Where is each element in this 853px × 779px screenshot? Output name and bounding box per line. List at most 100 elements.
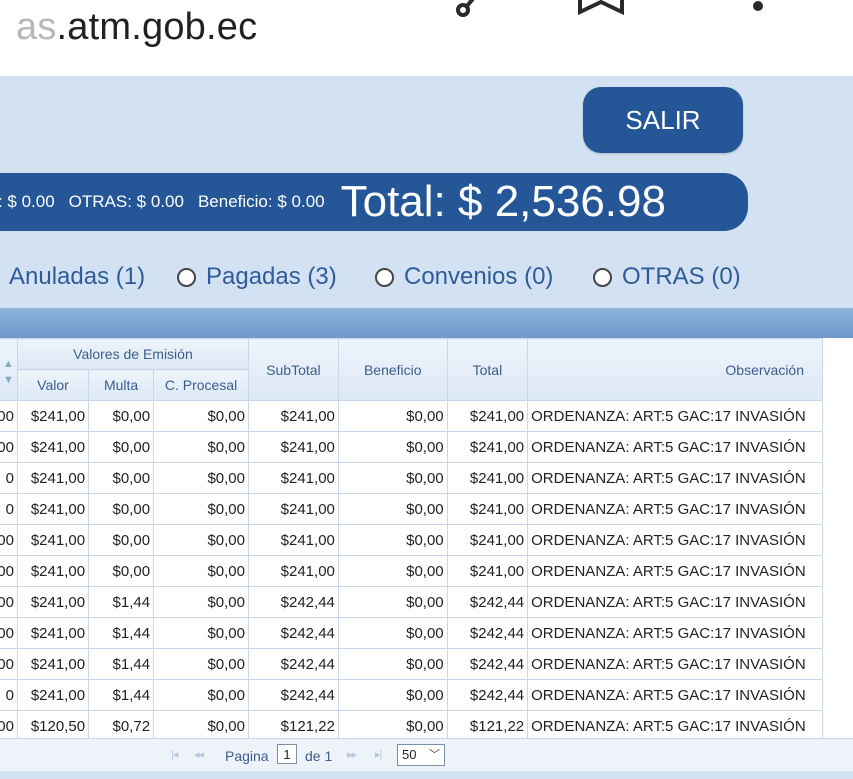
url-text[interactable]: as.atm.gob.ec: [16, 6, 257, 49]
cell-observacion: ORDENANZA: ART:5 GAC:17 INVASIÓN: [527, 462, 823, 494]
filter-convenios[interactable]: Convenios (0): [375, 260, 553, 294]
cell-total: $241,00: [446, 462, 529, 494]
more-menu-icon[interactable]: [748, 0, 768, 12]
cell-multa: $1,44: [88, 648, 155, 680]
cell-subtotal: $241,00: [247, 493, 339, 525]
cell-row-id: 00: [0, 586, 18, 618]
page-number-input[interactable]: 1: [277, 744, 297, 764]
cell-total: $242,44: [446, 586, 529, 618]
cell-observacion: ORDENANZA: ART:5 GAC:17 INVASIÓN: [527, 710, 823, 742]
table-row[interactable]: 0 $241,00 $0,00 $0,00 $241,00 $0,00 $241,00 ORD…: [0, 462, 823, 494]
table-row[interactable]: 00$241,00$0,00$0,00$241,00$0,00$241,00OR…: [0, 555, 823, 587]
cell-cprocesal: $0,00: [153, 555, 249, 587]
table-row[interactable]: 00$241,00$0,00$0,00$241,00$0,00$241,00OR…: [0, 400, 823, 432]
cell-multa: $0,00: [88, 524, 155, 556]
bookmark-icon[interactable]: [576, 0, 626, 16]
cell-observacion: ORDENANZA: ART:5 GAC:17 INVASIÓN: [527, 648, 823, 680]
cell-multa: $0,00: [88, 400, 155, 432]
table-body: 00$241,00$0,00$0,00$241,00$0,00$241,00OR…: [0, 400, 823, 742]
cell-cprocesal: $0,00: [153, 710, 249, 742]
cell-row-id: 00: [0, 555, 18, 587]
table-row[interactable]: 00$241,00$1,44$0,00$242,44$0,00$242,44OR…: [0, 648, 823, 680]
header-observacion[interactable]: Observación: [527, 338, 823, 401]
cell-observacion: ORDENANZA: ART:5 GAC:17 INVASIÓN: [527, 617, 823, 649]
table-row[interactable]: 00$120,50$0,72$0,00$121,22$0,00$121,22OR…: [0, 710, 823, 742]
cell-valor: $241,00: [16, 586, 90, 618]
filter-pagadas[interactable]: Pagadas (3): [177, 260, 337, 294]
browser-url-bar: as.atm.gob.ec: [0, 0, 853, 76]
filter-label: Anuladas (1): [9, 263, 146, 290]
group-header: Valores de Emisión: [16, 338, 249, 370]
radio-button[interactable]: [593, 267, 612, 287]
cell-cprocesal: $0,00: [153, 586, 249, 618]
page-size-select[interactable]: 50 ﹀: [397, 744, 445, 766]
header-cprocesal[interactable]: C. Procesal: [153, 369, 249, 401]
radio-button[interactable]: [375, 267, 394, 287]
cell-multa: $0,00: [88, 431, 155, 463]
last-page-icon[interactable]: ▸|: [375, 748, 382, 761]
exit-button[interactable]: SALIR: [583, 87, 743, 153]
cell-beneficio: $0,00: [337, 617, 448, 649]
cell-beneficio: $0,00: [337, 648, 448, 680]
cell-row-id: 0: [0, 679, 18, 711]
cell-observacion: ORDENANZA: ART:5 GAC:17 INVASIÓN: [527, 679, 823, 711]
header-valor[interactable]: Valor: [16, 369, 90, 401]
share-icon[interactable]: [445, 0, 481, 18]
header-multa[interactable]: Multa: [88, 369, 155, 401]
cell-cprocesal: $0,00: [153, 400, 249, 432]
cell-observacion: ORDENANZA: ART:5 GAC:17 INVASIÓN: [527, 400, 823, 432]
cell-valor: $241,00: [16, 524, 90, 556]
cell-valor: $241,00: [16, 648, 90, 680]
cell-cprocesal: $0,00: [153, 524, 249, 556]
cell-valor: $241,00: [16, 462, 90, 494]
cell-valor: $241,00: [16, 679, 90, 711]
cell-observacion: ORDENANZA: ART:5 GAC:17 INVASIÓN: [527, 555, 823, 587]
cell-cprocesal: $0,00: [153, 648, 249, 680]
next-page-icon[interactable]: ▸▸: [347, 748, 357, 761]
status-filters: Anuladas (1) Pagadas (3) Convenios (0) O…: [0, 260, 853, 300]
header-total[interactable]: Total: [446, 338, 529, 401]
cell-observacion: ORDENANZA: ART:5 GAC:17 INVASIÓN: [527, 493, 823, 525]
cell-subtotal: $241,00: [247, 462, 339, 494]
cell-cprocesal: $0,00: [153, 462, 249, 494]
first-page-icon[interactable]: |◂: [171, 748, 178, 761]
cell-row-id: 00: [0, 617, 18, 649]
filter-label: Convenios (0): [404, 263, 554, 290]
table-row[interactable]: 00$241,00$1,44$0,00$242,44$0,00$242,44OR…: [0, 617, 823, 649]
filter-otras[interactable]: OTRAS (0): [593, 260, 741, 294]
sort-icon[interactable]: ▲ ▼: [3, 358, 14, 386]
data-grid: ▲ ▼ Valores de Emisión SubTotal Beneficio…: [0, 338, 853, 742]
table-row[interactable]: 00$241,00$0,00$0,00$241,00$0,00$241,00OR…: [0, 524, 823, 556]
cell-beneficio: $0,00: [337, 400, 448, 432]
cell-observacion: ORDENANZA: ART:5 GAC:17 INVASIÓN: [527, 431, 823, 463]
footer-strip: [0, 771, 853, 779]
cell-beneficio: $0,00: [337, 710, 448, 742]
cell-beneficio: $0,00: [337, 586, 448, 618]
cell-row-id: 00: [0, 400, 18, 432]
cell-valor: $241,00: [16, 617, 90, 649]
sort-column-header[interactable]: ▲ ▼: [0, 338, 18, 401]
cell-total: $242,44: [446, 648, 529, 680]
page-label: Pagina: [225, 748, 269, 764]
table-row[interactable]: 0 $241,00 $0,00 $0,00 $241,00 $0,00 $241,00 ORD…: [0, 493, 823, 525]
prev-page-icon[interactable]: ◂◂: [194, 748, 204, 761]
cell-row-id: 00: [0, 431, 18, 463]
filter-anuladas[interactable]: Anuladas (1): [9, 260, 145, 294]
cell-multa: $0,00: [88, 555, 155, 587]
header-beneficio[interactable]: Beneficio: [337, 338, 448, 401]
cell-total: $241,00: [446, 555, 529, 587]
page-content: SALIR os: $ 0.00 OTRAS: $ 0.00 Beneficio: …: [0, 76, 853, 779]
header-subtotal[interactable]: SubTotal: [247, 338, 339, 401]
cell-row-id: 00: [0, 648, 18, 680]
table-row[interactable]: 0 $241,00 $1,44 $0,00 $242,44 $0,00 $242,44 ORD…: [0, 679, 823, 711]
cell-subtotal: $242,44: [247, 679, 339, 711]
cell-subtotal: $241,00: [247, 555, 339, 587]
cell-multa: $1,44: [88, 586, 155, 618]
cell-total: $242,44: [446, 617, 529, 649]
table-row[interactable]: 00$241,00$0,00$0,00$241,00$0,00$241,00OR…: [0, 431, 823, 463]
emission-table: ▲ ▼ Valores de Emisión SubTotal Beneficio…: [0, 338, 823, 742]
radio-button[interactable]: [177, 267, 196, 287]
cell-multa: $0,00: [88, 462, 155, 494]
cell-subtotal: $241,00: [247, 524, 339, 556]
table-row[interactable]: 00$241,00$1,44$0,00$242,44$0,00$242,44OR…: [0, 586, 823, 618]
